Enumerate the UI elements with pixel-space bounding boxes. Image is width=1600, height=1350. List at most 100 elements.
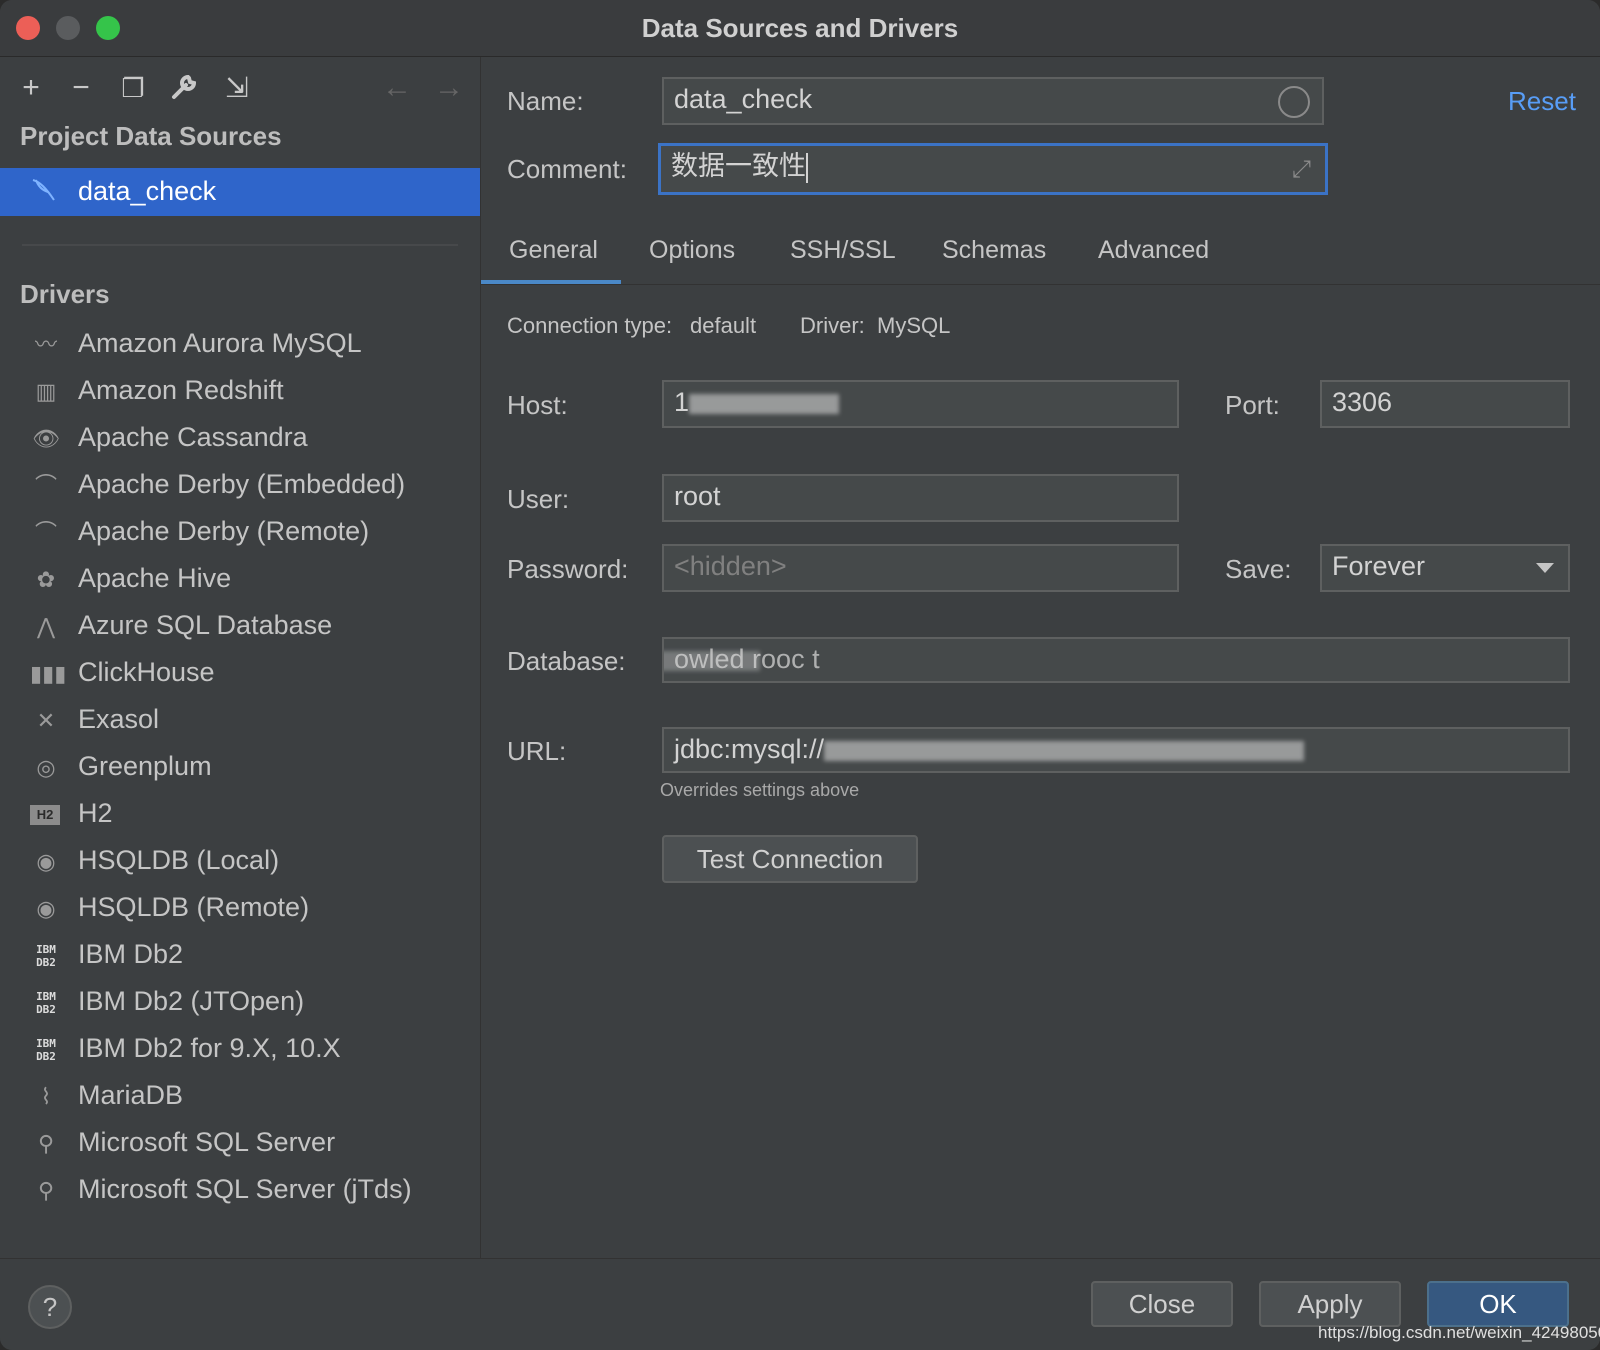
ibm-db2-icon: IBM DB2: [36, 990, 56, 1016]
driver-label: Apache Derby (Embedded): [78, 469, 406, 499]
driver-label: Azure SQL Database: [78, 610, 333, 640]
ibm-db2-icon: IBM DB2: [36, 1037, 56, 1063]
tab-general[interactable]: General: [509, 236, 598, 265]
name-label: Name:: [507, 86, 584, 116]
driver-label: IBM Db2 for 9.X, 10.X: [78, 1033, 341, 1063]
sidebar: + − ❐ ⇲ ← → Project Data Sources data_ch…: [0, 57, 481, 1258]
driver-item[interactable]: ⌒ Apache Derby (Remote): [0, 510, 480, 557]
tab-ssh-ssl[interactable]: SSH/SSL: [790, 236, 896, 265]
ibm-db2-icon: IBM DB2: [36, 943, 56, 969]
driver-label: Apache Cassandra: [78, 422, 308, 452]
import-icon[interactable]: ⇲: [220, 71, 254, 105]
driver-item[interactable]: ◎ Greenplum: [0, 745, 480, 792]
driver-label: IBM Db2: [78, 939, 184, 969]
driver-item[interactable]: ⚲ Microsoft SQL Server (jTds): [0, 1168, 480, 1215]
sqlserver-icon: ⚲: [37, 1178, 55, 1203]
driver-label: HSQLDB (Remote): [78, 892, 310, 922]
user-label: User:: [507, 484, 570, 514]
derby-hat-icon: ⌒: [34, 473, 57, 498]
driver-link[interactable]: MySQL: [877, 313, 950, 339]
save-select[interactable]: Forever: [1320, 544, 1570, 592]
expand-icon[interactable]: ⤢: [1292, 150, 1311, 190]
reset-link[interactable]: Reset: [1508, 86, 1576, 117]
driver-item[interactable]: ⌇ MariaDB: [0, 1074, 480, 1121]
driver-label: ClickHouse: [78, 657, 215, 687]
tab-advanced[interactable]: Advanced: [1098, 236, 1209, 265]
host-label: Host:: [507, 390, 568, 420]
driver-item[interactable]: ⋀ Azure SQL Database: [0, 604, 480, 651]
database-field[interactable]: owled rooc t: [662, 637, 1570, 683]
active-tab-indicator: [481, 280, 621, 284]
dolphin-icon: 〰: [34, 332, 57, 357]
wrench-icon[interactable]: [168, 71, 202, 105]
driver-label: MariaDB: [78, 1080, 184, 1110]
greenplum-icon: ◎: [36, 755, 56, 780]
port-field[interactable]: 3306: [1320, 380, 1570, 428]
redacted-host: [689, 393, 840, 414]
title-bar: Data Sources and Drivers: [0, 0, 1600, 57]
exasol-x-icon: ✕: [36, 708, 56, 733]
help-button[interactable]: ?: [28, 1285, 72, 1329]
driver-label: Amazon Redshift: [78, 375, 284, 405]
driver-label: Greenplum: [78, 751, 212, 781]
add-icon[interactable]: +: [14, 71, 48, 105]
driver-item[interactable]: ▮▮▮ ClickHouse: [0, 651, 480, 698]
redshift-icon: ▥: [35, 379, 57, 404]
driver-item[interactable]: 〰 Amazon Aurora MySQL: [0, 322, 480, 369]
port-value: 3306: [1332, 387, 1393, 417]
driver-item[interactable]: H2 H2: [0, 792, 480, 839]
azure-icon: ⋀: [36, 614, 56, 639]
tab-schemas[interactable]: Schemas: [942, 236, 1046, 265]
hsqldb-icon: ◉: [36, 849, 56, 874]
driver-item[interactable]: ✿ Apache Hive: [0, 557, 480, 604]
password-field[interactable]: <hidden>: [662, 544, 1179, 592]
data-source-item-data-check[interactable]: data_check: [0, 168, 480, 216]
apply-button[interactable]: Apply: [1259, 1281, 1401, 1327]
data-source-label: data_check: [78, 176, 217, 206]
test-connection-button[interactable]: Test Connection: [662, 835, 918, 883]
redacted-url: [824, 740, 1305, 761]
remove-icon[interactable]: −: [64, 71, 98, 105]
driver-label: HSQLDB (Local): [78, 845, 280, 875]
driver-item[interactable]: ⌒ Apache Derby (Embedded): [0, 463, 480, 510]
driver-item[interactable]: IBM DB2 IBM Db2: [0, 933, 480, 980]
user-field[interactable]: root: [662, 474, 1179, 522]
close-button[interactable]: Close: [1091, 1281, 1233, 1327]
chevron-down-icon: [1536, 563, 1554, 573]
database-label: Database:: [507, 646, 626, 676]
window-title: Data Sources and Drivers: [641, 13, 959, 43]
color-picker-icon[interactable]: [1278, 86, 1310, 118]
ok-button[interactable]: OK: [1427, 1281, 1569, 1327]
comment-field[interactable]: 数据一致性 ⤢: [658, 143, 1328, 195]
host-field[interactable]: 1: [662, 380, 1179, 428]
duplicate-icon[interactable]: ❐: [116, 71, 150, 105]
eye-icon: 👁: [32, 426, 60, 451]
forward-arrow-icon[interactable]: →: [432, 71, 466, 105]
data-sources-dialog: Data Sources and Drivers + − ❐ ⇲ ← → Pro…: [0, 0, 1600, 1350]
tab-options[interactable]: Options: [649, 236, 735, 265]
tab-bar: General Options SSH/SSL Schemas Advanced: [481, 228, 1600, 285]
url-value: jdbc:mysql://: [674, 734, 825, 764]
driver-label: H2: [78, 798, 113, 828]
driver-item[interactable]: ◉ HSQLDB (Remote): [0, 886, 480, 933]
drivers-heading: Drivers: [20, 279, 110, 309]
redacted-database: [664, 650, 760, 671]
url-field[interactable]: jdbc:mysql://: [662, 727, 1570, 773]
derby-hat-icon: ⌒: [34, 520, 57, 545]
clickhouse-bars-icon: ▮▮▮: [30, 661, 67, 686]
connection-type-link[interactable]: default: [690, 313, 756, 339]
host-value: 1: [674, 387, 690, 417]
name-field[interactable]: data_check: [662, 77, 1324, 125]
driver-item[interactable]: ◉ HSQLDB (Local): [0, 839, 480, 886]
mariadb-seal-icon: ⌇: [40, 1084, 52, 1109]
connection-type-label: Connection type:: [507, 313, 673, 338]
driver-item[interactable]: 👁 Apache Cassandra: [0, 416, 480, 463]
back-arrow-icon[interactable]: ←: [380, 71, 414, 105]
driver-item[interactable]: IBM DB2 IBM Db2 for 9.X, 10.X: [0, 1027, 480, 1074]
watermark-text: https://blog.csdn.net/weixin_42498050: [1318, 1323, 1600, 1342]
save-value: Forever: [1332, 551, 1426, 581]
driver-item[interactable]: ⚲ Microsoft SQL Server: [0, 1121, 480, 1168]
driver-item[interactable]: ▥ Amazon Redshift: [0, 369, 480, 416]
driver-item[interactable]: ✕ Exasol: [0, 698, 480, 745]
driver-item[interactable]: IBM DB2 IBM Db2 (JTOpen): [0, 980, 480, 1027]
